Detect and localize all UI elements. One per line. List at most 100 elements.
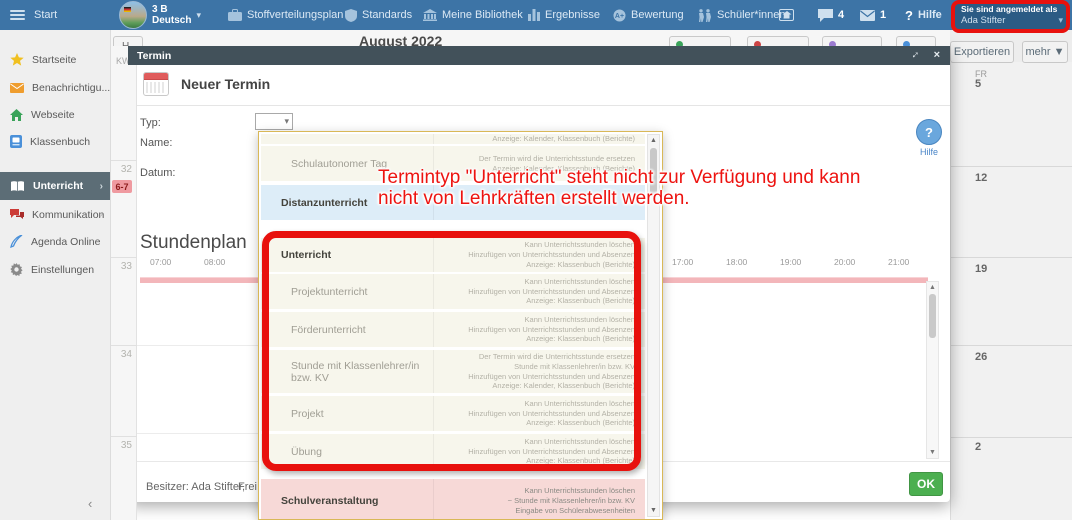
schedule-scrollbar[interactable]: ▲ ▼ [926, 281, 939, 459]
help-menu[interactable]: ? Hilfe [905, 0, 942, 30]
dropdown-option-schulveranstaltung[interactable]: Schulveranstaltung Kann Unterrichtsstund… [261, 479, 645, 520]
heute-button-fragment[interactable]: H [113, 36, 143, 46]
bar-chart-icon [528, 9, 540, 21]
timeline-left-fragment: 07:00 08:00 [140, 257, 260, 283]
lesson-badge: 6-7 [112, 180, 132, 193]
annotation-note: Termintyp "Unterricht" steht nicht zur V… [378, 167, 938, 210]
calendar-icon [143, 72, 169, 96]
scroll-thumb[interactable] [929, 294, 936, 338]
library-icon [423, 9, 437, 21]
divider [128, 105, 950, 106]
calendar-date[interactable]: 26 [975, 351, 987, 363]
typ-select[interactable]: ▾ [255, 113, 293, 130]
week-separator-line [137, 433, 258, 434]
calendar-date[interactable]: 12 [975, 172, 987, 184]
nav-standards[interactable]: Standards [345, 0, 412, 30]
stundenplan-heading: Stundenplan [140, 232, 247, 254]
kw-number: 35 [121, 440, 132, 451]
annotation-login-box [951, 0, 1070, 33]
envelope-icon [860, 10, 875, 21]
open-book-icon [10, 181, 25, 192]
nav-schueler[interactable]: Schüler*innen [697, 0, 786, 30]
class-avatar[interactable] [119, 0, 147, 30]
top-navbar: Start 3 BDeutsch ▾ Stoffverteilungsplan … [0, 0, 1072, 30]
sidebar-item-klassenbuch[interactable]: Klassenbuch [0, 128, 110, 155]
frei-fragment: Frei [238, 481, 257, 493]
screen-share-icon[interactable] [779, 0, 794, 30]
dropdown-option-partial[interactable]: Anzeige: Kalender, Klassenbuch (Berichte… [261, 134, 645, 144]
timeline-right-fragment: 17:00 18:00 19:00 20:00 21:00 [663, 257, 931, 283]
kw-number: 33 [121, 261, 132, 272]
students-icon [697, 9, 712, 22]
scroll-up-icon[interactable]: ▲ [648, 137, 659, 144]
sidebar-item-einstellungen[interactable]: Einstellungen [0, 256, 110, 283]
typ-field-label: Typ: [140, 117, 161, 129]
classbook-icon [10, 135, 22, 148]
toolbar-button-fragment[interactable] [896, 36, 936, 46]
sidebar: Startseite Benachrichtigu... Webseite Kl… [0, 30, 111, 520]
sidebar-collapse-chevron[interactable]: ‹ [88, 496, 92, 511]
sidebar-item-benachrichtigungen[interactable]: Benachrichtigu... [0, 74, 110, 101]
toolbar-button-fragment[interactable] [669, 36, 731, 46]
nav-meine-bibliothek[interactable]: Meine Bibliothek [423, 0, 523, 30]
scroll-down-icon[interactable]: ▼ [927, 449, 938, 456]
toolbar-button-fragment[interactable] [747, 36, 809, 46]
owner-label: Besitzer: Ada Stifter, [146, 481, 245, 493]
sidebar-item-agenda-online[interactable]: Agenda Online [0, 228, 110, 255]
mehr-button[interactable]: mehr ▼ [1022, 41, 1068, 63]
sidebar-item-kommunikation[interactable]: Kommunikation › [0, 201, 110, 228]
chevron-right-icon: › [100, 209, 103, 220]
chat-bubble-icon [818, 9, 833, 22]
chat-indicator[interactable]: 4 [818, 0, 844, 30]
close-dialog-icon[interactable]: × [934, 49, 940, 61]
scroll-up-icon[interactable]: ▲ [927, 284, 938, 291]
termin-dialog-header[interactable]: Termin ↔ × [128, 46, 950, 65]
mail-indicator[interactable]: 1 [860, 0, 886, 30]
ok-button[interactable]: OK [909, 472, 943, 496]
sidebar-item-startseite[interactable]: Startseite [0, 46, 110, 73]
shield-icon [345, 9, 357, 22]
sidebar-item-webseite[interactable]: Webseite [0, 101, 110, 128]
dialog-help-label: Hilfe [920, 147, 938, 157]
chevron-down-icon: ▾ [284, 116, 289, 127]
exportieren-button[interactable]: Exportieren [950, 41, 1014, 63]
nav-ergebnisse[interactable]: Ergebnisse [528, 0, 600, 30]
kw-number: 32 [121, 164, 132, 175]
grade-circle-icon: A+ [613, 9, 626, 22]
dialog-header-title: Termin [137, 50, 171, 62]
home-icon [10, 109, 23, 121]
scroll-down-icon[interactable]: ▼ [648, 507, 659, 514]
annotation-highlight-box [262, 231, 641, 471]
hamburger-menu-icon[interactable] [10, 0, 25, 30]
page-title-fragment: August 2022 [359, 33, 442, 46]
kw-number: 34 [121, 349, 132, 360]
nav-start[interactable]: Start [34, 0, 57, 30]
svg-text:A+: A+ [615, 13, 624, 20]
class-selector[interactable]: 3 BDeutsch ▾ [152, 0, 201, 30]
calendar-date[interactable]: 19 [975, 263, 987, 275]
sidebar-item-unterricht[interactable]: Unterricht › [0, 172, 110, 200]
calendar-date[interactable]: 5 [975, 78, 981, 90]
dialog-title: Neuer Termin [181, 76, 270, 92]
nav-bewertung[interactable]: A+ Bewertung [613, 0, 684, 30]
question-mark-icon: ? [905, 8, 913, 23]
pen-icon [10, 235, 23, 248]
chat-bubbles-icon [10, 209, 24, 221]
week-separator-line [137, 345, 258, 346]
toolbar-button-fragment[interactable] [822, 36, 882, 46]
dialog-help-button[interactable]: ? [916, 119, 942, 145]
calendar-week-column: KW 32 6-7 33 34 35 [111, 46, 137, 520]
nav-stoffverteilungsplan[interactable]: Stoffverteilungsplan [228, 0, 343, 30]
envelope-icon [10, 83, 24, 93]
calendar-date[interactable]: 2 [975, 441, 981, 453]
gear-icon [10, 263, 23, 276]
expand-dialog-icon[interactable]: ↔ [906, 46, 922, 62]
calendar-day-column: FR 5 12 19 26 2 [950, 62, 1072, 520]
chevron-right-icon: › [100, 181, 103, 192]
name-field-label: Name: [140, 137, 172, 149]
chevron-down-icon: ▾ [196, 10, 201, 21]
briefcase-icon [228, 9, 242, 21]
datum-field-label: Datum: [140, 167, 175, 179]
page-toolbar-fragment: August 2022 H [111, 30, 950, 46]
star-icon [10, 53, 24, 66]
